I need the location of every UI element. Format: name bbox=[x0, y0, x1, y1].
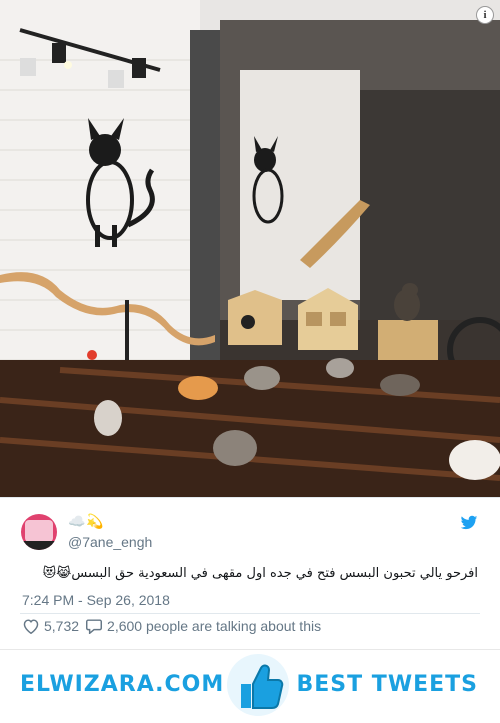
like-stat[interactable]: 5,732 bbox=[22, 618, 79, 634]
tweet-stats: 5,732 2,600 people are talking about thi… bbox=[22, 618, 321, 634]
tweet-timestamp[interactable]: 7:24 PM - Sep 26, 2018 bbox=[22, 592, 170, 608]
user-display-name[interactable]: ☁️💫 bbox=[68, 514, 105, 530]
conversation-text: 2,600 people are talking about this bbox=[107, 618, 322, 634]
tweet-photo[interactable]: i bbox=[0, 0, 500, 497]
brand-name[interactable]: ELWIZARA.COM bbox=[20, 672, 224, 697]
reply-bubble-icon bbox=[86, 619, 103, 634]
best-tweets-label: BEST TWEETS bbox=[296, 672, 478, 697]
twitter-bird-icon[interactable] bbox=[460, 515, 478, 531]
info-icon[interactable]: i bbox=[476, 6, 494, 24]
divider bbox=[20, 613, 480, 614]
user-handle[interactable]: @7ane_engh bbox=[68, 534, 152, 550]
thumbs-up-icon bbox=[227, 654, 289, 716]
like-count: 5,732 bbox=[44, 618, 80, 634]
heart-icon bbox=[23, 619, 39, 634]
tweet-text: افرحو يالي تحبون البسس فتح في جده اول مق… bbox=[42, 566, 478, 581]
reply-stat[interactable]: 2,600 people are talking about this bbox=[85, 618, 321, 634]
avatar[interactable] bbox=[21, 514, 57, 550]
